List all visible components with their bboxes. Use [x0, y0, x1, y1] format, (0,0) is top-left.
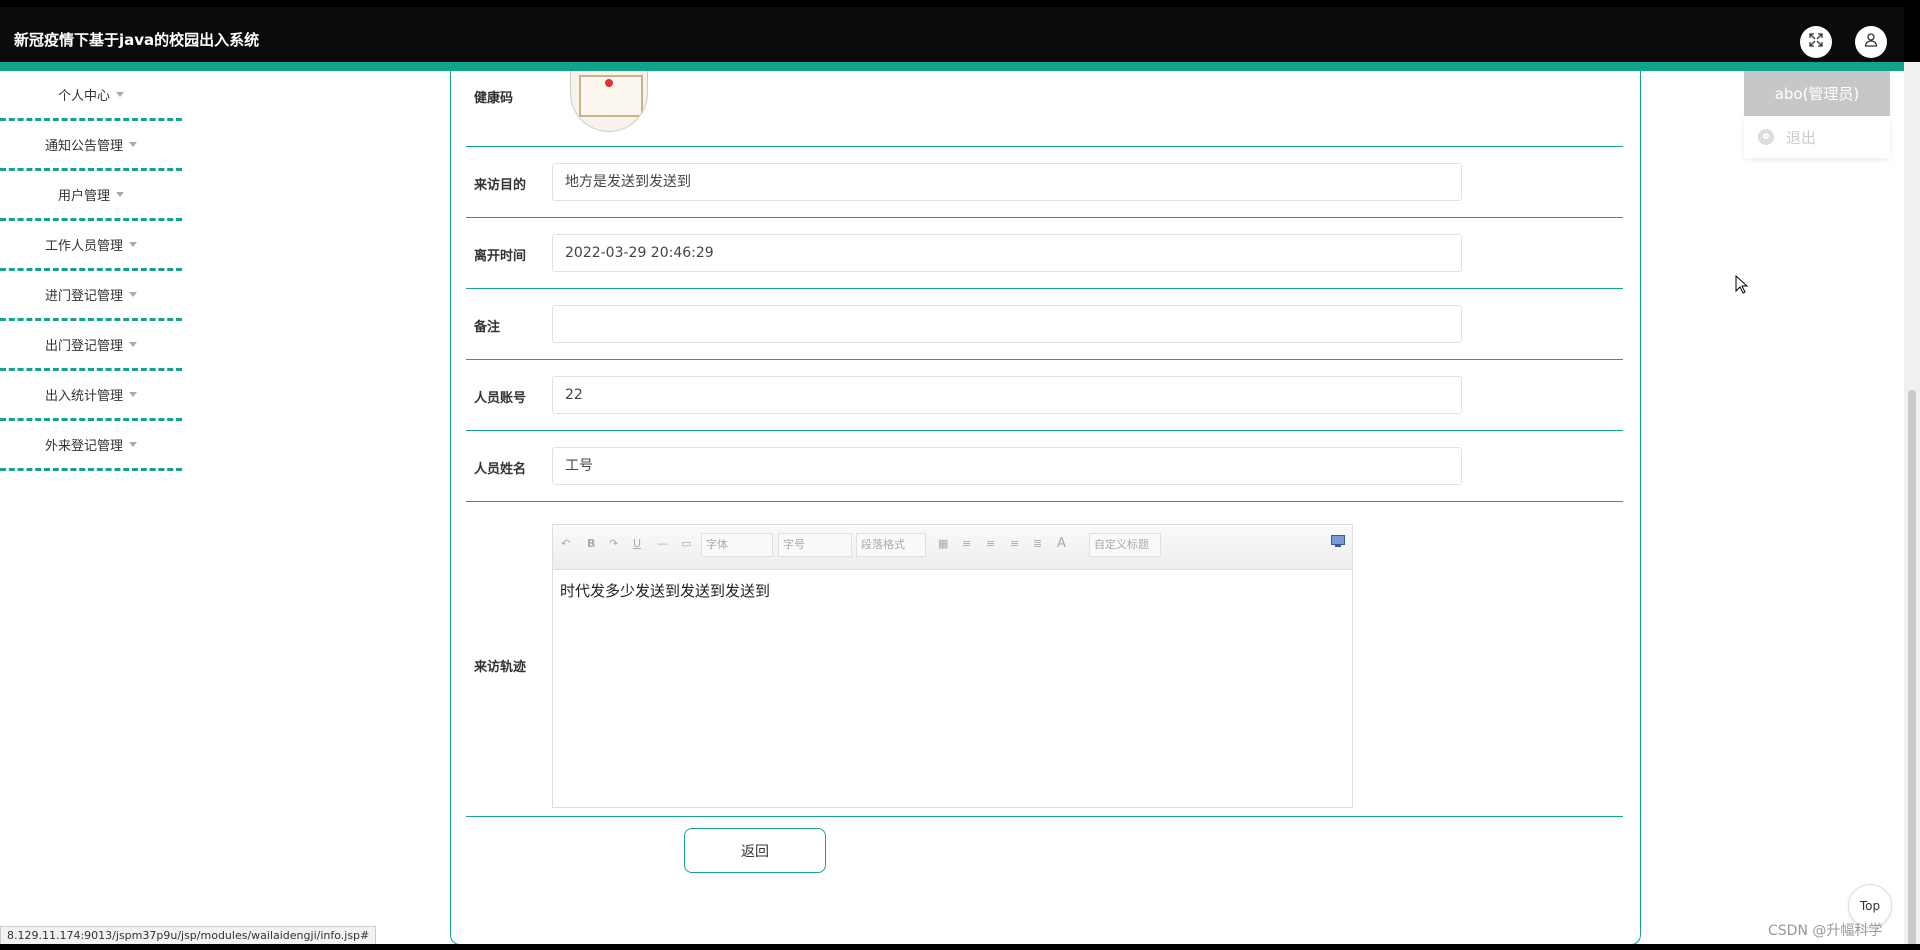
scrollbar-thumb[interactable] — [1908, 390, 1916, 950]
font-size-select[interactable]: 字号 — [778, 533, 852, 557]
track-label: 来访轨迹 — [474, 660, 527, 675]
editor-content[interactable]: 时代发多少发送到发送到发送到 — [553, 570, 1352, 611]
leave-time-label: 离开时间 — [474, 249, 527, 264]
name-label: 人员姓名 — [474, 462, 527, 477]
back-button[interactable]: 返回 — [684, 828, 826, 873]
font-color-button[interactable]: A — [1057, 533, 1066, 555]
health-code-image[interactable] — [570, 71, 648, 132]
bold-button[interactable]: B — [587, 533, 595, 555]
window-bottom-edge — [0, 944, 1920, 950]
purpose-field[interactable]: 地方是发送到发送到 — [552, 163, 1462, 201]
caret-down-icon — [129, 242, 137, 247]
caret-down-icon — [129, 342, 137, 347]
remark-field[interactable] — [552, 305, 1462, 343]
account-field[interactable]: 22 — [552, 376, 1462, 414]
power-icon — [1758, 129, 1774, 145]
caret-down-icon — [129, 392, 137, 397]
font-family-select[interactable]: 字体 — [701, 533, 773, 557]
undo-icon[interactable]: ↶ — [561, 533, 570, 555]
seal-mark — [605, 79, 613, 87]
clear-format-icon[interactable]: ▭ — [681, 533, 691, 555]
app-title: 新冠疫情下基于java的校园出入系统 — [14, 31, 260, 49]
form-row-remark: 备注 — [466, 289, 1623, 360]
scrollbar-top — [1904, 0, 1920, 62]
caret-down-icon — [129, 142, 137, 147]
paragraph-format-select[interactable]: 段落格式 — [856, 533, 926, 557]
sidebar-item-label: 用户管理 — [57, 189, 110, 204]
sidebar: 个人中心 通知公告管理 用户管理 工作人员管理 进门登记管理 出门登记管理 出入… — [0, 71, 182, 471]
caret-down-icon — [116, 92, 124, 97]
horizontal-rule-icon[interactable]: — — [657, 533, 668, 555]
expand-icon — [1808, 32, 1824, 52]
sidebar-item-entry-registration[interactable]: 进门登记管理 — [0, 271, 182, 321]
editor-toolbar: ↶ B ↷ U — ▭ 字体 字号 段落格式 ▦ ≡ ≡ ≡ ≣ A 自定义标题 — [553, 525, 1352, 570]
sidebar-item-statistics[interactable]: 出入统计管理 — [0, 371, 182, 421]
name-field[interactable]: 工号 — [552, 447, 1462, 485]
custom-title-select[interactable]: 自定义标题 — [1089, 533, 1161, 557]
form-row-name: 人员姓名 工号 — [466, 431, 1623, 502]
align-right-icon[interactable]: ≡ — [1010, 533, 1019, 555]
sidebar-item-label: 外来登记管理 — [44, 439, 123, 454]
sidebar-item-label: 个人中心 — [57, 89, 110, 104]
fullscreen-editor-icon[interactable] — [1331, 533, 1345, 555]
sidebar-item-label: 进门登记管理 — [44, 289, 123, 304]
caret-down-icon — [129, 442, 137, 447]
table-icon[interactable]: ▦ — [938, 533, 948, 555]
purpose-label: 来访目的 — [474, 178, 527, 193]
user-menu-button[interactable] — [1855, 26, 1887, 58]
sidebar-item-visitor-registration[interactable]: 外来登记管理 — [0, 421, 182, 471]
logout-menu-item[interactable]: 退出 — [1744, 116, 1890, 158]
align-center-icon[interactable]: ≡ — [986, 533, 995, 555]
sidebar-item-label: 出入统计管理 — [44, 389, 123, 404]
caret-down-icon — [116, 192, 124, 197]
user-icon — [1863, 32, 1879, 52]
window-top-edge — [0, 0, 1920, 7]
form-row-health-code: 健康码 — [466, 71, 1623, 147]
sidebar-item-users[interactable]: 用户管理 — [0, 171, 182, 221]
header-accent-bar — [0, 62, 1904, 71]
sidebar-item-staff[interactable]: 工作人员管理 — [0, 221, 182, 271]
sidebar-item-notices[interactable]: 通知公告管理 — [0, 121, 182, 171]
dropdown-user-name[interactable]: abo(管理员) — [1744, 71, 1890, 116]
health-code-label: 健康码 — [474, 91, 514, 106]
form-row-purpose: 来访目的 地方是发送到发送到 — [466, 147, 1623, 218]
remark-label: 备注 — [474, 320, 501, 335]
form-row-account: 人员账号 22 — [466, 360, 1623, 431]
redo-icon[interactable]: ↷ — [609, 533, 618, 555]
logout-label: 退出 — [1786, 128, 1817, 147]
caret-down-icon — [129, 292, 137, 297]
form-row-leave-time: 离开时间 2022-03-29 20:46:29 — [466, 218, 1623, 289]
account-label: 人员账号 — [474, 391, 527, 406]
fullscreen-button[interactable] — [1800, 26, 1832, 58]
justify-icon[interactable]: ≣ — [1033, 533, 1042, 555]
status-bar-url: 8.129.11.174:9013/jspm37p9u/jsp/modules/… — [0, 926, 377, 946]
underline-button[interactable]: U — [633, 533, 641, 555]
detail-form-panel: 健康码 来访目的 地方是发送到发送到 离开时间 2022-03-29 20:46… — [450, 71, 1641, 945]
align-left-icon[interactable]: ≡ — [962, 533, 971, 555]
user-dropdown-menu: abo(管理员) 退出 — [1744, 71, 1890, 158]
sidebar-item-label: 工作人员管理 — [44, 239, 123, 254]
sidebar-item-label: 通知公告管理 — [44, 139, 123, 154]
rich-text-editor: ↶ B ↷ U — ▭ 字体 字号 段落格式 ▦ ≡ ≡ ≡ ≣ A 自定义标题 — [552, 524, 1353, 808]
page-scrollbar[interactable] — [1904, 0, 1920, 950]
mouse-cursor-icon — [1735, 274, 1749, 299]
sidebar-item-exit-registration[interactable]: 出门登记管理 — [0, 321, 182, 371]
form-row-track: 来访轨迹 ↶ B ↷ U — ▭ 字体 字号 段落格式 ▦ ≡ ≡ ≡ ≣ A … — [466, 502, 1623, 817]
app-header: 新冠疫情下基于java的校园出入系统 — [0, 7, 1920, 62]
sidebar-item-personal-center[interactable]: 个人中心 — [0, 71, 182, 121]
watermark: CSDN @升幅科学 — [1768, 923, 1883, 939]
sidebar-item-label: 出门登记管理 — [44, 339, 123, 354]
leave-time-field[interactable]: 2022-03-29 20:46:29 — [552, 234, 1462, 272]
